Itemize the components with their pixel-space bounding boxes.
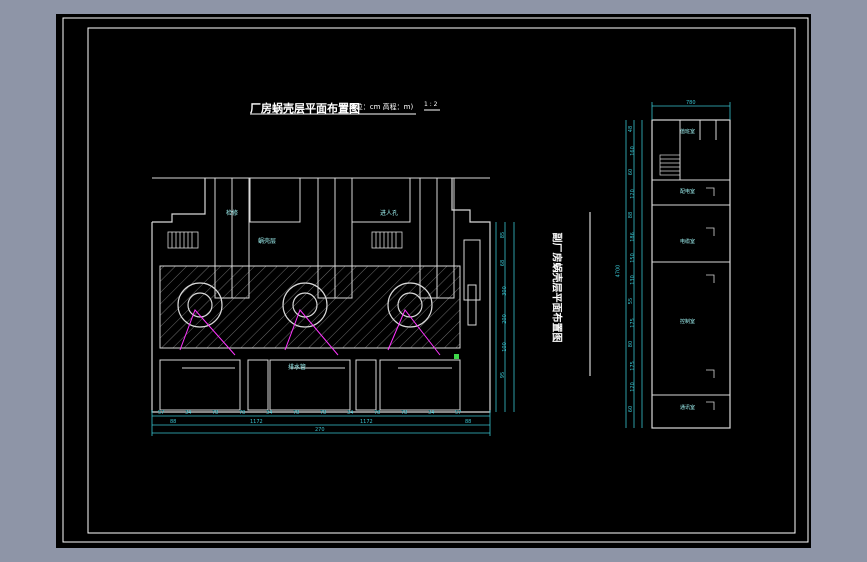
bottom-dim-value: 88 [170, 419, 177, 425]
aux-dim-value: 160 [629, 145, 636, 156]
aux-room-label: 控制室 [680, 319, 696, 325]
bottom-dim-value: 88 [465, 419, 472, 425]
drawing-sheet [56, 14, 811, 548]
bottom-dim-value: 1172 [250, 419, 263, 425]
aux-dim-value: 60 [628, 405, 635, 412]
aux-dim-value: 175 [629, 360, 636, 371]
bottom-dim-value: 34 [347, 410, 354, 416]
bottom-dim-value: 78 [239, 410, 246, 416]
aux-dim-value: 48 [628, 125, 635, 133]
right-dim-value: 85 [500, 231, 507, 239]
bottom-dim-value: 78 [374, 410, 381, 416]
bottom-dim-value: 34 [185, 410, 192, 416]
aux-dim-value: 120 [629, 382, 636, 392]
main-label-1: 蜗壳层 [258, 238, 277, 245]
bottom-dim-value: 1172 [360, 419, 373, 425]
aux-dim-value: 120 [629, 188, 636, 199]
main-label-2: 进人孔 [380, 210, 399, 217]
right-dim-value: 68 [500, 259, 507, 267]
right-dim-value: 200 [501, 314, 508, 324]
bottom-dim-value: 78 [401, 410, 408, 416]
main-label-4: 检修 [226, 210, 239, 217]
bottom-total-dim: 270 [315, 427, 325, 433]
aux-dim-value: 88 [628, 211, 635, 219]
cad-viewport[interactable]: 厂房蜗壳层平面布置图 (单位：cm 高程：m) 1 : 2 蜗壳层 进人孔 排水… [0, 0, 867, 562]
aux-dim-value: 80 [628, 340, 635, 348]
bottom-dim-value: 34 [428, 410, 435, 416]
main-plan-scale: 1 : 2 [424, 101, 438, 108]
aux-top-dim: 780 [686, 100, 696, 106]
aux-room-label: 值班室 [680, 129, 696, 135]
bottom-dim-value: 78 [320, 410, 327, 416]
hatched-concrete [159, 265, 461, 349]
aux-dim-value: 130 [629, 274, 636, 285]
right-dim-value: 95 [500, 371, 507, 379]
main-label-3: 排水管 [288, 364, 307, 371]
aux-dim-value: 150 [629, 253, 636, 263]
aux-room-label: 通讯室 [680, 405, 696, 411]
right-dim-value: 300 [501, 286, 508, 296]
main-plan-title: 厂房蜗壳层平面布置图 [250, 102, 360, 115]
aux-dim-value: 175 [629, 317, 636, 328]
bottom-dim-value: 78 [212, 410, 219, 416]
aux-room-label: 配电室 [680, 189, 696, 195]
bottom-dim-value: 34 [266, 410, 273, 416]
aux-dim-value: 60 [628, 168, 635, 176]
aux-room-label: 电缆室 [680, 239, 696, 245]
aux-dim-value: 55 [628, 297, 635, 305]
bottom-dim-value: 57 [158, 410, 165, 416]
bottom-dim-value: 78 [293, 410, 300, 416]
bottom-dim-value: 57 [455, 410, 462, 416]
aux-overall-dim: 4700 [615, 264, 622, 278]
main-plan-unit-note: (单位：cm 高程：m) [346, 103, 414, 111]
marker [454, 354, 459, 359]
aux-dim-value: 186 [629, 231, 636, 242]
right-dim-value: 100 [501, 342, 508, 352]
